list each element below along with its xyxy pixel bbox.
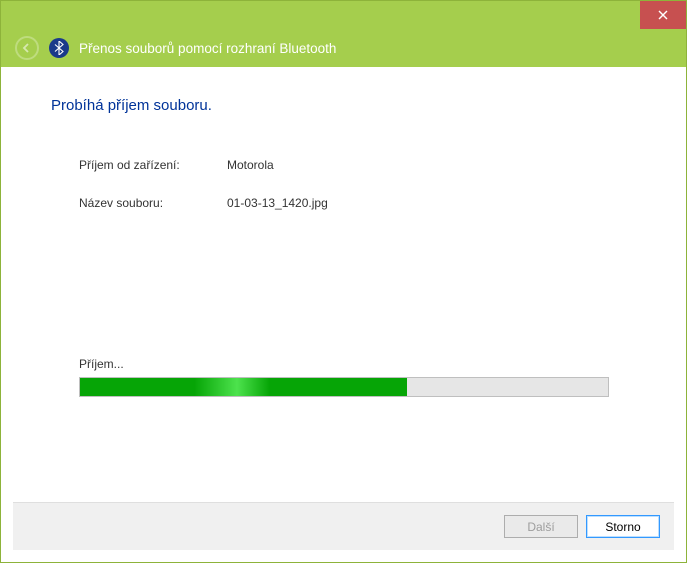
next-button: Další — [504, 515, 578, 538]
page-heading: Probíhá příjem souboru. — [51, 97, 636, 114]
device-label: Příjem od zařízení: — [79, 158, 227, 172]
dialog-window: Přenos souborů pomocí rozhraní Bluetooth… — [0, 0, 687, 563]
titlebar — [1, 1, 686, 29]
footer-bar: Další Storno — [13, 502, 674, 550]
progress-block: Příjem... — [79, 357, 609, 397]
filename-label: Název souboru: — [79, 196, 227, 210]
window-title: Přenos souborů pomocí rozhraní Bluetooth — [79, 41, 336, 56]
close-button[interactable] — [640, 1, 686, 29]
cancel-button[interactable]: Storno — [586, 515, 660, 538]
progress-fill — [80, 378, 407, 396]
filename-value: 01-03-13_1420.jpg — [227, 196, 328, 210]
progress-bar — [79, 377, 609, 397]
back-button — [15, 36, 39, 60]
header-strip: Přenos souborů pomocí rozhraní Bluetooth — [1, 29, 686, 67]
device-value: Motorola — [227, 158, 274, 172]
filename-row: Název souboru: 01-03-13_1420.jpg — [79, 196, 636, 210]
content-panel: Probíhá příjem souboru. Příjem od zaříze… — [13, 79, 674, 550]
progress-label: Příjem... — [79, 357, 609, 371]
device-row: Příjem od zařízení: Motorola — [79, 158, 636, 172]
bluetooth-icon — [49, 38, 69, 58]
close-icon — [658, 10, 668, 20]
arrow-left-icon — [21, 42, 33, 54]
main-area: Probíhá příjem souboru. Příjem od zaříze… — [13, 79, 674, 502]
